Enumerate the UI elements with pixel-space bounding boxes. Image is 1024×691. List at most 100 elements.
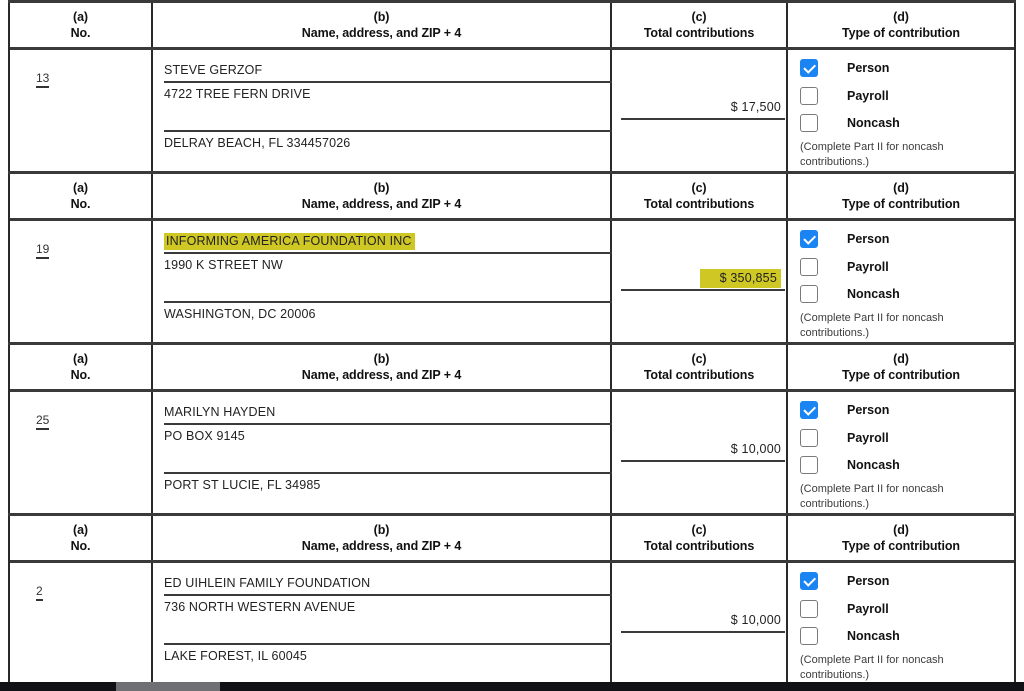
column-header-total-contributions: (c) Total contributions [612,516,788,560]
checkbox-row-noncash[interactable]: Noncash [800,113,900,133]
checkbox-person[interactable] [800,572,818,590]
column-label: No. [70,368,91,382]
contributor-address: PO BOX 9145 [164,429,245,443]
total-contribution-amount: $ 10,000 [730,613,781,627]
column-letter: (a) [73,351,88,366]
column-label: No. [70,197,91,211]
contributor-city-state-zip: DELRAY BEACH, FL 334457026 [164,136,351,150]
column-header-no: (a) No. [10,516,153,560]
document-viewport[interactable]: (Complete Part II for noncash contributi… [0,0,1024,683]
column-header-row: (a) No. (b) Name, address, and ZIP + 4 (c) To… [10,345,1014,392]
horizontal-scrollbar-thumb[interactable] [116,682,220,691]
column-label: No. [70,26,91,40]
checkbox-label-payroll: Payroll [847,89,889,103]
cell-name-address: MARILYN HAYDEN PO BOX 9145 PORT ST LUCIE, … [153,392,612,513]
column-header-total-contributions: (c) Total contributions [612,174,788,218]
checkbox-row-person[interactable]: Person [800,229,889,249]
column-label: Name, address, and ZIP + 4 [301,539,462,553]
name-underline-rule [164,81,612,83]
column-letter: (b) [373,351,390,366]
checkbox-row-noncash[interactable]: Noncash [800,284,900,304]
column-letter: (a) [73,9,88,24]
checkbox-label-person: Person [847,61,890,75]
column-letter: (b) [373,9,390,24]
column-header-name-address: (b) Name, address, and ZIP + 4 [153,174,612,218]
checkbox-row-payroll[interactable]: Payroll [800,257,889,277]
checkbox-person[interactable] [800,401,818,419]
column-label: Total contributions [643,197,755,211]
checkbox-noncash[interactable] [800,627,818,645]
contributor-city-state-zip: LAKE FOREST, IL 60045 [164,649,308,663]
amount-underline-rule [621,460,785,462]
noncash-note: (Complete Part II for noncash contributi… [800,654,944,681]
contributor-address: 1990 K STREET NW [164,258,283,272]
checkbox-payroll[interactable] [800,87,818,105]
column-header-type-of-contribution: (d) Type of contribution [788,345,1014,389]
cell-type-of-contribution: Person Payroll Noncash (Complete Part II fo… [788,50,1014,171]
checkbox-person[interactable] [800,59,818,77]
amount-underline-rule [621,631,785,633]
column-label: Name, address, and ZIP + 4 [301,197,462,211]
checkbox-label-noncash: Noncash [847,629,900,643]
column-header-row: (a) No. (b) Name, address, and ZIP + 4 (c) To… [10,174,1014,221]
column-header-row: (a) No. (b) Name, address, and ZIP + 4 (c) To… [10,3,1014,50]
highlight-annotation: INFORMING AMERICA FOUNDATION INC [164,233,415,250]
cell-no: 19 [10,221,153,342]
checkbox-row-payroll[interactable]: Payroll [800,86,889,106]
address-underline-rule [164,301,612,303]
contributor-number: 2 [36,584,43,602]
column-letter: (d) [893,180,909,195]
checkbox-row-payroll[interactable]: Payroll [800,428,889,448]
checkbox-label-person: Person [847,232,890,246]
column-header-type-of-contribution: (d) Type of contribution [788,174,1014,218]
checkbox-noncash[interactable] [800,285,818,303]
noncash-note: (Complete Part II for noncash contributi… [800,312,944,339]
contributor-address: 4722 TREE FERN DRIVE [164,87,311,101]
column-label: Type of contribution [842,539,960,553]
cell-no: 25 [10,392,153,513]
checkbox-row-noncash[interactable]: Noncash [800,455,900,475]
cell-name-address: ED UIHLEIN FAMILY FOUNDATION 736 NORTH WE… [153,563,612,683]
checkbox-label-person: Person [847,403,890,417]
checkbox-payroll[interactable] [800,258,818,276]
column-header-no: (a) No. [10,174,153,218]
checkbox-noncash[interactable] [800,114,818,132]
checkbox-payroll[interactable] [800,429,818,447]
cell-type-of-contribution: Person Payroll Noncash (Complete Part II fo… [788,392,1014,513]
checkbox-row-person[interactable]: Person [800,571,889,591]
cell-total-contributions: $ 10,000 [612,563,788,683]
checkbox-label-noncash: Noncash [847,287,900,301]
checkbox-row-payroll[interactable]: Payroll [800,599,889,619]
cell-no: 13 [10,50,153,171]
address-underline-rule [164,643,612,645]
contributor-city-state-zip: WASHINGTON, DC 20006 [164,307,316,321]
cell-type-of-contribution: Person Payroll Noncash (Complete Part II fo… [788,563,1014,683]
column-header-type-of-contribution: (d) Type of contribution [788,516,1014,560]
checkbox-row-person[interactable]: Person [800,400,889,420]
checkbox-label-person: Person [847,574,890,588]
column-letter: (d) [893,9,909,24]
checkbox-noncash[interactable] [800,456,818,474]
checkbox-row-person[interactable]: Person [800,58,889,78]
column-label: Total contributions [643,26,755,40]
contributor-block: (a) No. (b) Name, address, and ZIP + 4 (c) To… [8,516,1016,683]
contributor-block: (a) No. (b) Name, address, and ZIP + 4 (c) To… [8,3,1016,171]
column-label: Type of contribution [842,26,960,40]
noncash-note: (Complete Part II for noncash contributi… [800,141,944,168]
checkbox-payroll[interactable] [800,600,818,618]
column-header-name-address: (b) Name, address, and ZIP + 4 [153,516,612,560]
column-letter: (a) [73,180,88,195]
address-underline-rule [164,472,612,474]
horizontal-scrollbar[interactable] [0,682,1024,691]
contributor-block: (a) No. (b) Name, address, and ZIP + 4 (c) To… [8,345,1016,513]
column-label: Name, address, and ZIP + 4 [301,368,462,382]
contributor-row: 19 INFORMING AMERICA FOUNDATION INC 1990 K… [10,221,1014,342]
checkbox-row-noncash[interactable]: Noncash [800,626,900,646]
address-underline-rule [164,130,612,132]
column-label: Name, address, and ZIP + 4 [301,26,462,40]
checkbox-label-payroll: Payroll [847,602,889,616]
cell-name-address: STEVE GERZOF 4722 TREE FERN DRIVE DELRAY B… [153,50,612,171]
checkbox-person[interactable] [800,230,818,248]
column-header-name-address: (b) Name, address, and ZIP + 4 [153,3,612,47]
column-header-no: (a) No. [10,3,153,47]
